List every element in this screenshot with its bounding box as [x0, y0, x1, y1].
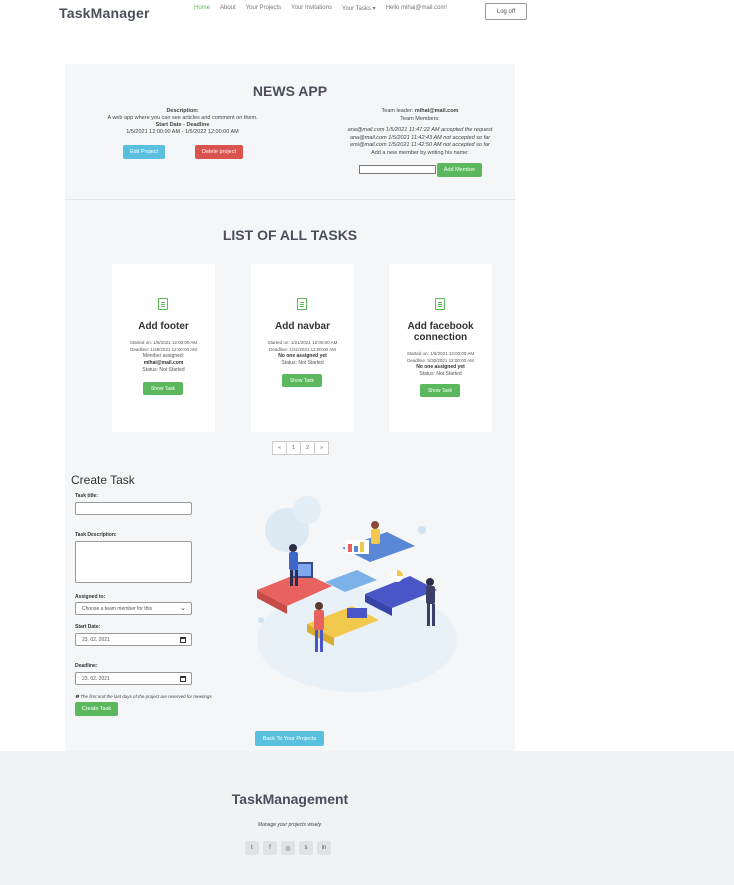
social-links: t f ◎ s in — [245, 841, 331, 855]
task-meta: Started on: 1/21/2021 12:00:00 AM Deadli… — [253, 339, 352, 367]
task-card: Add navbar Started on: 1/21/2021 12:00:0… — [251, 264, 354, 432]
logoff-button[interactable]: Log off — [485, 3, 527, 20]
pagination-page-2[interactable]: 2 — [300, 441, 315, 455]
team-members-label: Team Members: — [400, 115, 440, 122]
navbar: TaskManager Home About Your Projects You… — [0, 0, 734, 26]
task-description-textarea[interactable] — [75, 541, 192, 583]
deadline-label: Deadline: — [75, 663, 98, 669]
deadline-value: 23. 02. 2021 — [82, 676, 110, 682]
nav-your-invitations[interactable]: Your Invitations — [291, 5, 332, 12]
instagram-icon[interactable]: ◎ — [281, 841, 295, 855]
task-description-label: Task Description: — [75, 532, 117, 538]
calendar-icon[interactable] — [180, 676, 186, 682]
tasks-title: LIST OF ALL TASKS — [222, 227, 358, 243]
start-date-label: Start Date: — [75, 624, 101, 630]
start-date-input[interactable]: 23. 02. 2021 — [75, 633, 192, 646]
assigned-to-placeholder: Choose a team member for this — [82, 606, 153, 612]
task-started: Started on: 1/9/2021 12:00:00 AM — [406, 351, 475, 356]
deadline-input[interactable]: 23. 02. 2021 — [75, 672, 192, 685]
start-date-value: 23. 02. 2021 — [82, 637, 110, 643]
linkedin-icon[interactable]: in — [317, 841, 331, 855]
description-text: A web app where you can see articles and… — [107, 115, 258, 121]
task-meta: Started on: 1/6/2021 12:00:00 AM Deadlin… — [114, 339, 213, 374]
team-member-row: emi@mail.com 1/5/2021 11:42:50 AM not ac… — [350, 142, 490, 148]
task-assigned: No one assigned yet — [278, 353, 327, 359]
team-member-row: ana@mail.com 1/5/2021 11:47:22 AM accept… — [347, 127, 493, 133]
task-started: Started on: 1/6/2021 12:00:00 AM — [129, 340, 198, 345]
task-title-input[interactable] — [75, 502, 192, 515]
task-started: Started on: 1/21/2021 12:00:00 AM — [267, 340, 338, 345]
nav-home[interactable]: Home — [194, 5, 210, 12]
nav-about[interactable]: About — [220, 5, 236, 12]
task-status: Status: Not Started — [281, 360, 324, 366]
calendar-icon[interactable] — [180, 637, 186, 643]
task-name: Add facebook connection — [407, 321, 474, 343]
show-task-button[interactable]: Show Task — [420, 384, 460, 397]
show-task-button[interactable]: Show Task — [282, 374, 322, 387]
section-divider — [65, 199, 515, 200]
facebook-icon[interactable]: f — [263, 841, 277, 855]
pagination-next[interactable]: » — [314, 441, 329, 455]
add-member-button[interactable]: Add Member — [437, 163, 482, 177]
team-leader-label: Team leader: — [381, 108, 414, 114]
delete-project-button[interactable]: Delete project — [195, 145, 243, 159]
task-assigned: mihai@mail.com — [143, 360, 184, 366]
project-panel: NEWS APP Description: A web app where yo… — [65, 64, 515, 752]
footer-brand: TaskManagement — [231, 791, 349, 807]
team-collaboration-illustration — [257, 496, 457, 692]
document-icon — [158, 298, 168, 310]
task-title-label: Task title: — [75, 493, 98, 499]
pagination-page-1[interactable]: 1 — [286, 441, 301, 455]
footer-tagline: Manage your projects wisely. — [257, 822, 323, 828]
dates-label: Start Date - Deadline — [155, 122, 210, 128]
team-leader-email: mihai@mail.com — [414, 108, 459, 114]
task-assigned-label: Member assigned: — [142, 353, 185, 359]
task-assigned: No one assigned yet — [416, 364, 465, 370]
chevron-down-icon: ⌄ — [180, 605, 186, 612]
create-task-button[interactable]: Create Task — [75, 702, 118, 716]
assigned-to-select[interactable]: Choose a team member for this ⌄ — [75, 602, 192, 615]
nav-user-greeting[interactable]: Hello mihai@mail.com! — [386, 5, 447, 12]
description-label: Description: — [166, 108, 199, 114]
task-status: Status: Not Started — [419, 371, 462, 377]
dates-text: 1/5/2021 12:00:00 AM - 1/5/2022 12:00:00… — [126, 129, 239, 135]
create-task-title: Create Task — [71, 473, 135, 487]
team-info: Team leader: mihai@mail.com Team Members… — [340, 108, 500, 157]
task-meta: Started on: 1/9/2021 12:00:00 AM Deadlin… — [391, 350, 490, 378]
back-to-projects-button[interactable]: Back To Your Projects — [255, 731, 324, 746]
twitter-icon[interactable]: t — [245, 841, 259, 855]
task-status: Status: Not Started — [142, 367, 185, 373]
task-card: Add footer Started on: 1/6/2021 12:00:00… — [112, 264, 215, 432]
brand-logo[interactable]: TaskManager — [59, 5, 150, 21]
task-name: Add navbar — [274, 321, 330, 332]
member-name-input[interactable] — [359, 165, 436, 174]
task-deadline: Deadline: 1/28/2021 12:00:00 AM — [130, 347, 197, 352]
nav-your-tasks-dropdown[interactable]: Your Tasks ▾ — [342, 5, 376, 12]
document-icon — [297, 298, 307, 310]
project-title: NEWS APP — [252, 83, 328, 99]
document-icon — [435, 298, 445, 310]
project-info: Description: A web app where you can see… — [95, 108, 270, 136]
team-member-row: ana@mail.com 1/5/2021 11:42:43 AM not ac… — [349, 134, 491, 141]
meeting-note: ❶ The first and the last days of the pro… — [75, 694, 212, 699]
show-task-button[interactable]: Show Task — [143, 382, 183, 395]
task-card: Add facebook connection Started on: 1/9/… — [389, 264, 492, 432]
task-deadline: Deadline: 5/30/2021 12:00:00 AM — [407, 358, 474, 363]
task-name: Add footer — [138, 321, 189, 332]
nav-links: Home About Your Projects Your Invitation… — [194, 5, 457, 12]
skype-icon[interactable]: s — [299, 841, 313, 855]
nav-your-projects[interactable]: Your Projects — [246, 5, 281, 12]
assigned-to-label: Assigned to: — [75, 594, 106, 600]
task-deadline: Deadline: 1/31/2021 12:00:00 AM — [269, 347, 336, 352]
footer: TaskManagement Manage your projects wise… — [0, 751, 734, 885]
add-member-hint: Add a new member by writing his name: — [371, 149, 469, 156]
pagination-prev[interactable]: « — [272, 441, 287, 455]
pagination: « 1 2 » — [272, 441, 329, 455]
edit-project-button[interactable]: Edit Project — [123, 145, 165, 159]
